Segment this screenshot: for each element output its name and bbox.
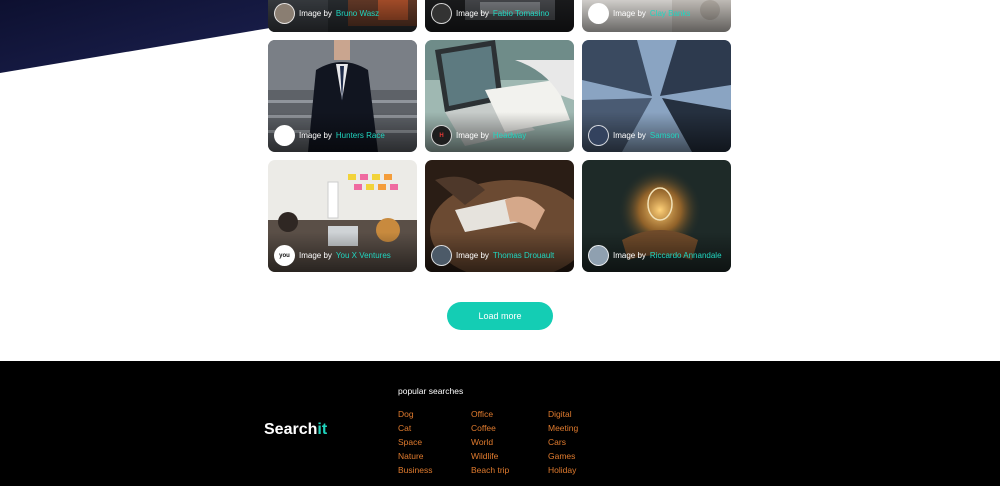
popular-search-link[interactable]: Cars (548, 437, 578, 447)
avatar (588, 125, 609, 146)
hero-background-shape (0, 0, 270, 73)
avatar: you (274, 245, 295, 266)
popular-searches-title: popular searches (398, 386, 464, 396)
image-credit: Image by Clay Banks (588, 3, 690, 24)
load-more-button[interactable]: Load more (447, 302, 553, 330)
popular-search-link[interactable]: Holiday (548, 465, 578, 475)
image-card[interactable]: Image by Samson (582, 40, 731, 152)
author-link[interactable]: Riccardo Annandale (650, 251, 722, 260)
popular-search-link[interactable]: Nature (398, 451, 433, 461)
image-credit: Image by Samson (588, 125, 679, 146)
avatar (431, 245, 452, 266)
popular-search-link[interactable]: Meeting (548, 423, 578, 433)
logo-accent: it (317, 421, 328, 438)
popular-search-link[interactable]: World (471, 437, 509, 447)
author-link[interactable]: Clay Banks (650, 9, 690, 18)
avatar (274, 3, 295, 24)
image-card[interactable]: Image by Riccardo Annandale (582, 160, 731, 272)
image-credit: Image by Hunters Race (274, 125, 385, 146)
popular-search-link[interactable]: Wildlife (471, 451, 509, 461)
credit-prefix: Image by (613, 9, 646, 18)
author-link[interactable]: Samson (650, 131, 679, 140)
credit-prefix: Image by (456, 251, 489, 260)
author-link[interactable]: Headway (493, 131, 526, 140)
author-link[interactable]: Bruno Wasz (336, 9, 379, 18)
credit-prefix: Image by (613, 251, 646, 260)
image-card[interactable]: Image by Hunters Race (268, 40, 417, 152)
author-link[interactable]: Fabio Tomasino (493, 9, 549, 18)
popular-search-link[interactable]: Digital (548, 409, 578, 419)
credit-prefix: Image by (613, 131, 646, 140)
avatar (588, 3, 609, 24)
popular-search-link[interactable]: Business (398, 465, 433, 475)
popular-search-link[interactable]: Dog (398, 409, 433, 419)
image-credit: Image by Thomas Drouault (431, 245, 554, 266)
image-card[interactable]: Image by Fabio Tomasino (425, 0, 574, 32)
credit-prefix: Image by (299, 9, 332, 18)
popular-searches-column: Digital Meeting Cars Games Holiday (548, 409, 578, 475)
avatar (588, 245, 609, 266)
avatar (431, 3, 452, 24)
image-credit: Image by Bruno Wasz (274, 3, 379, 24)
image-credit: Image by Riccardo Annandale (588, 245, 722, 266)
author-link[interactable]: Thomas Drouault (493, 251, 554, 260)
popular-search-link[interactable]: Office (471, 409, 509, 419)
image-card[interactable]: Image by Thomas Drouault (425, 160, 574, 272)
image-credit: you Image by You X Ventures (274, 245, 391, 266)
avatar (274, 125, 295, 146)
page: Image by Bruno Wasz Image by Fabio Tomas… (0, 0, 1000, 486)
image-card[interactable]: Image by Bruno Wasz (268, 0, 417, 32)
popular-searches-column: Office Coffee World Wildlife Beach trip (471, 409, 509, 475)
image-credit: Image by Fabio Tomasino (431, 3, 549, 24)
popular-search-link[interactable]: Beach trip (471, 465, 509, 475)
load-more-container: Load more (0, 302, 1000, 330)
popular-search-link[interactable]: Coffee (471, 423, 509, 433)
popular-search-link[interactable]: Space (398, 437, 433, 447)
credit-prefix: Image by (456, 131, 489, 140)
image-credit: H Image by Headway (431, 125, 526, 146)
author-link[interactable]: Hunters Race (336, 131, 385, 140)
footer-logo[interactable]: Searchit (264, 421, 327, 439)
avatar: H (431, 125, 452, 146)
popular-search-link[interactable]: Games (548, 451, 578, 461)
popular-searches-column: Dog Cat Space Nature Business (398, 409, 433, 475)
image-card[interactable]: H Image by Headway (425, 40, 574, 152)
popular-search-link[interactable]: Cat (398, 423, 433, 433)
author-link[interactable]: You X Ventures (336, 251, 391, 260)
image-card[interactable]: you Image by You X Ventures (268, 160, 417, 272)
logo-main: Search (264, 421, 318, 438)
credit-prefix: Image by (299, 251, 332, 260)
footer: Searchit popular searches Dog Cat Space … (0, 361, 1000, 486)
image-grid: Image by Bruno Wasz Image by Fabio Tomas… (268, 0, 732, 272)
image-card[interactable]: Image by Clay Banks (582, 0, 731, 32)
credit-prefix: Image by (299, 131, 332, 140)
credit-prefix: Image by (456, 9, 489, 18)
